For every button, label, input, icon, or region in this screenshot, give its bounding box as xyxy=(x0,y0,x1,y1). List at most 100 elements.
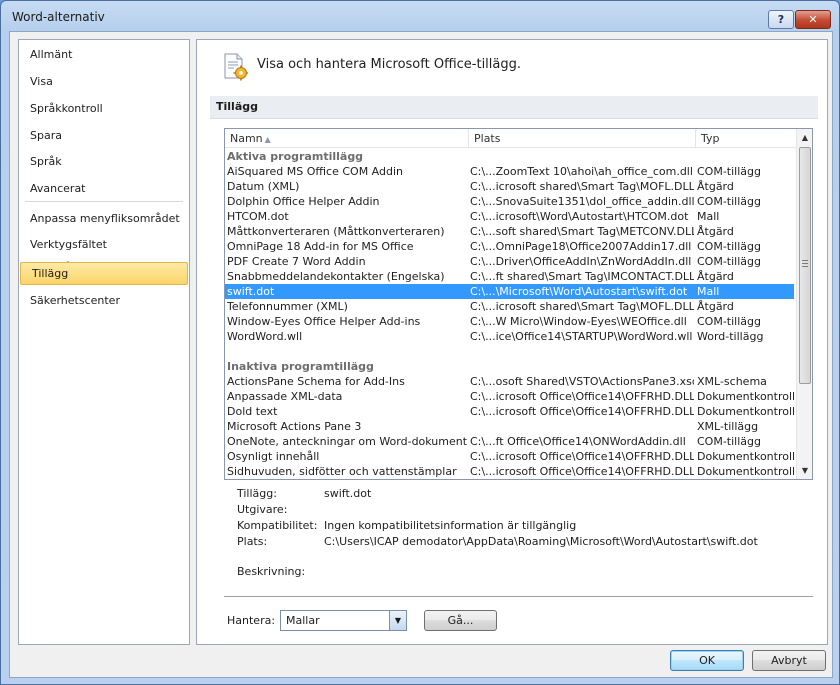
detail-compat-label: Kompatibilitet: xyxy=(237,519,318,532)
column-header-type[interactable]: Typ xyxy=(696,129,796,148)
chevron-down-icon[interactable]: ▼ xyxy=(389,611,406,630)
cell-location: C:\...Driver\OfficeAddIn\ZnWordAddIn.dll xyxy=(470,255,692,268)
table-row[interactable]: Telefonnummer (XML) C:\...icrosoft shared… xyxy=(225,299,794,314)
scroll-up-icon[interactable]: ▲ xyxy=(797,129,812,146)
nav-item-2[interactable]: Språkkontroll xyxy=(19,97,189,120)
table-row[interactable]: Datum (XML) C:\...icrosoft shared\Smart T… xyxy=(225,179,794,194)
addins-list[interactable]: Namn ▲ Plats Typ Aktiva programtillägg AiS… xyxy=(224,128,813,480)
column-header-name[interactable]: Namn ▲ xyxy=(225,129,469,148)
cell-location: C:\...SnovaSuite1351\dol_office_addin.dl… xyxy=(470,195,694,208)
cell-name: OmniPage 18 Add-in for MS Office xyxy=(227,240,414,253)
table-row[interactable]: OmniPage 18 Add-in for MS Office C:\...Om… xyxy=(225,239,794,254)
column-location-label: Plats xyxy=(474,132,501,145)
options-dialog: Word-alternativ ? ✕ Allmänt Visa Språkkont… xyxy=(0,0,840,685)
cell-location: C:\...icrosoft shared\Smart Tag\MOFL.DLL xyxy=(470,180,694,193)
table-row[interactable]: Anpassade XML-data C:\...icrosoft Office\… xyxy=(225,389,795,404)
group-header: Aktiva programtillägg xyxy=(227,150,364,163)
cell-name: ActionsPane Schema for Add-Ins xyxy=(227,375,405,388)
cell-name: AiSquared MS Office COM Addin xyxy=(227,165,404,178)
dialog-client-area: Allmänt Visa Språkkontroll Spara Språk Avance… xyxy=(9,31,833,678)
cell-location: C:\...icrosoft Office\Office14\OFFRHD.DL… xyxy=(470,390,694,403)
category-nav: Allmänt Visa Språkkontroll Spara Språk Avance… xyxy=(18,39,190,645)
table-row[interactable]: AiSquared MS Office COM Addin C:\...ZoomT… xyxy=(225,164,794,179)
ok-button[interactable]: OK xyxy=(670,650,744,671)
cell-type: Åtgärd xyxy=(697,225,734,238)
table-row[interactable]: Window-Eyes Office Helper Add-ins C:\...W… xyxy=(225,314,794,329)
cell-name: Måttkonverteraren (Måttkonverteraren) xyxy=(227,225,445,238)
sort-up-icon: ▲ xyxy=(264,135,271,144)
nav-item-0[interactable]: Allmänt xyxy=(19,43,189,66)
nav-item-6[interactable]: Anpassa menyfliksområdet xyxy=(19,207,189,230)
column-header-location[interactable]: Plats xyxy=(469,129,696,148)
cell-type: Mall xyxy=(697,210,720,223)
cell-type: COM-tillägg xyxy=(697,315,761,328)
table-row[interactable]: Måttkonverteraren (Måttkonverteraren) C:\… xyxy=(225,224,794,239)
nav-item-5[interactable]: Avancerat xyxy=(19,177,189,200)
cell-type: Åtgärd xyxy=(697,300,734,313)
detail-publisher-label: Utgivare: xyxy=(237,503,288,516)
detail-compat-value: Ingen kompatibilitetsinformation är till… xyxy=(324,519,577,532)
cell-type: Mall xyxy=(697,285,720,298)
cell-name: Osynligt innehåll xyxy=(227,450,320,463)
cell-name: WordWord.wll xyxy=(227,330,303,343)
column-name-label: Namn xyxy=(230,132,263,145)
cell-type: COM-tillägg xyxy=(697,240,761,253)
table-row[interactable]: WordWord.wll C:\...ice\Office14\STARTUP\W… xyxy=(225,329,794,344)
detail-location-label: Plats: xyxy=(237,535,268,548)
cell-type: Dokumentkontroll xyxy=(697,450,795,463)
table-row[interactable]: PDF Create 7 Word Addin C:\...Driver\Offi… xyxy=(225,254,794,269)
cell-location: C:\...ZoomText 10\ahoi\ah_office_com.dll xyxy=(470,165,693,178)
title-bar[interactable]: Word-alternativ ? ✕ xyxy=(1,1,839,31)
cell-type: Dokumentkontroll xyxy=(697,405,795,418)
column-type-label: Typ xyxy=(701,132,720,145)
cell-name: swift.dot xyxy=(227,285,275,298)
cancel-button[interactable]: Avbryt xyxy=(752,650,826,671)
detail-location-value: C:\Users\ICAP demodator\AppData\Roaming\… xyxy=(324,535,758,548)
group-header: Inaktiva programtillägg xyxy=(227,360,374,373)
cell-location: C:\...ft Office\Office14\ONWordAddin.dll xyxy=(470,435,686,448)
scroll-thumb[interactable] xyxy=(799,147,811,384)
nav-item-1[interactable]: Visa xyxy=(19,70,189,93)
cell-name: Anpassade XML-data xyxy=(227,390,343,403)
nav-item-4[interactable]: Språk xyxy=(19,150,189,173)
cell-type: COM-tillägg xyxy=(697,165,761,178)
table-row[interactable]: Microsoft Actions Pane 3 XML-tillägg xyxy=(225,419,794,434)
manage-select-value: Mallar xyxy=(286,614,320,627)
cell-location: C:\...osoft Shared\VSTO\ActionsPane3.xsd xyxy=(470,375,694,388)
cell-location: C:\...icrosoft Office\Office14\OFFRHD.DL… xyxy=(470,405,694,418)
table-row[interactable]: Sidhuvuden, sidfötter och vattenstämplar… xyxy=(225,464,795,479)
close-button[interactable]: ✕ xyxy=(795,10,831,29)
window-title: Word-alternativ xyxy=(12,10,105,24)
table-row[interactable]: Osynligt innehåll C:\...icrosoft Office\O… xyxy=(225,449,795,464)
nav-item-3[interactable]: Spara xyxy=(19,124,189,147)
table-row[interactable]: Dolphin Office Helper Addin C:\...SnovaSu… xyxy=(225,194,794,209)
cell-location: C:\...\Microsoft\Word\Autostart\swift.do… xyxy=(470,285,688,298)
cell-type: Åtgärd xyxy=(697,270,734,283)
cell-name: Window-Eyes Office Helper Add-ins xyxy=(227,315,421,328)
cell-location: C:\...soft shared\Smart Tag\METCONV.DLL xyxy=(470,225,694,238)
table-row[interactable]: Snabbmeddelandekontakter (Engelska) C:\..… xyxy=(225,269,794,284)
cell-location: C:\...ice\Office14\STARTUP\WordWord.wll xyxy=(470,330,693,343)
nav-item-8[interactable]: Tillägg xyxy=(20,262,188,285)
cell-name: PDF Create 7 Word Addin xyxy=(227,255,366,268)
table-row[interactable]: ActionsPane Schema for Add-Ins C:\...osof… xyxy=(225,374,794,389)
cell-name: Snabbmeddelandekontakter (Engelska) xyxy=(227,270,445,283)
nav-item-7[interactable]: Verktygsfältet Snabbåtkomst xyxy=(19,233,189,274)
addins-panel: Visa och hantera Microsoft Office-tilläg… xyxy=(196,39,828,645)
go-button[interactable]: Gå... xyxy=(424,610,497,631)
scroll-down-icon[interactable]: ▼ xyxy=(797,462,812,479)
table-row[interactable]: OneNote, anteckningar om Word-dokument C:… xyxy=(225,434,794,449)
table-row[interactable]: Dold text C:\...icrosoft Office\Office14\… xyxy=(225,404,795,419)
cell-name: Datum (XML) xyxy=(227,180,300,193)
help-button[interactable]: ? xyxy=(768,10,794,29)
grip-icon xyxy=(802,260,808,268)
list-scrollbar[interactable]: ▲ ▼ xyxy=(796,129,812,479)
manage-select[interactable]: Mallar ▼ xyxy=(280,610,407,631)
manage-label: Hantera: xyxy=(227,614,276,627)
cell-type: XML-schema xyxy=(697,375,767,388)
cell-name: OneNote, anteckningar om Word-dokument xyxy=(227,435,467,448)
table-row[interactable]: HTCOM.dot C:\...icrosoft\Word\Autostart\H… xyxy=(225,209,794,224)
table-row[interactable]: swift.dot C:\...\Microsoft\Word\Autostart… xyxy=(225,284,794,299)
nav-item-9[interactable]: Säkerhetscenter xyxy=(19,289,189,312)
manage-separator xyxy=(224,596,813,597)
